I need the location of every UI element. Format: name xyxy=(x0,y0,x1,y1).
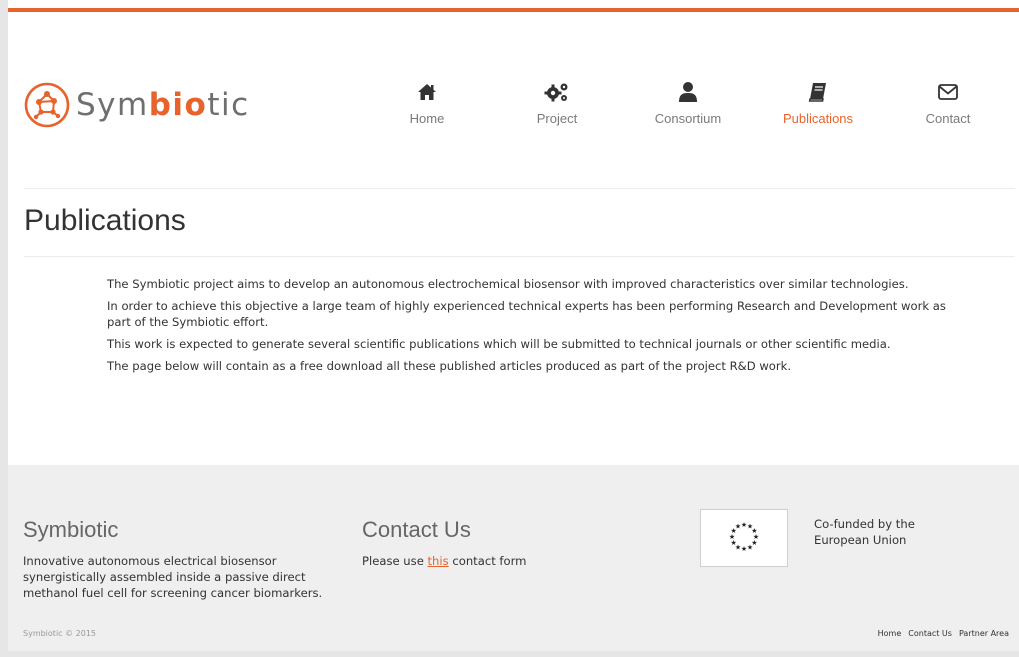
copyright-text: Symbiotic © 2015 xyxy=(23,629,97,638)
home-icon xyxy=(418,84,436,100)
logo-wordmark-prefix: Sym xyxy=(76,87,149,123)
site-logo[interactable]: Symbiotic xyxy=(24,82,250,128)
intro-text: The Symbiotic project aims to develop an… xyxy=(107,276,947,380)
footer-links: Home Contact Us Partner Area xyxy=(878,629,1009,638)
footer-link-contact-us[interactable]: Contact Us xyxy=(908,629,952,638)
nav-item-project[interactable]: Project xyxy=(502,80,612,127)
logo-wordmark: Symbiotic xyxy=(76,87,250,123)
eu-cofunded-text: Co-funded by the European Union xyxy=(814,517,915,547)
book-icon xyxy=(808,83,826,102)
footer-link-home[interactable]: Home xyxy=(878,629,902,638)
main-nav: Home Project Consortium Publications Con… xyxy=(380,80,1010,130)
nav-item-contact[interactable]: Contact xyxy=(893,80,1003,127)
footer-about-text: Innovative autonomous electrical biosens… xyxy=(23,554,323,600)
footer-contact-prefix: Please use xyxy=(362,554,428,568)
footer-contact-suffix: contact form xyxy=(448,554,527,568)
nav-label-publications: Publications xyxy=(782,111,854,126)
user-icon xyxy=(679,82,697,102)
nav-item-consortium[interactable]: Consortium xyxy=(633,80,743,127)
logo-wordmark-accent: bio xyxy=(148,87,208,123)
footer-about-title: Symbiotic xyxy=(23,517,119,542)
intro-paragraph: In order to achieve this objective a lar… xyxy=(107,299,946,329)
footer-contact-title: Contact Us xyxy=(362,517,471,542)
nav-label-consortium: Consortium xyxy=(654,111,722,126)
nav-label-project: Project xyxy=(536,111,578,126)
title-divider xyxy=(24,256,1015,257)
intro-paragraph: The Symbiotic project aims to develop an… xyxy=(107,277,909,291)
molecule-logo-icon xyxy=(24,82,70,128)
nav-label-home: Home xyxy=(409,111,445,126)
svg-text:★: ★ xyxy=(735,523,741,531)
envelope-icon xyxy=(938,84,958,100)
nav-item-home[interactable]: Home xyxy=(372,80,482,127)
intro-paragraph: The page below will contain as a free do… xyxy=(107,359,792,373)
nav-label-contact: Contact xyxy=(925,111,971,126)
logo-wordmark-suffix: tic xyxy=(207,87,250,123)
intro-paragraph: This work is expected to generate severa… xyxy=(107,337,891,351)
footer-link-partner-area[interactable]: Partner Area xyxy=(959,629,1009,638)
page-title: Publications xyxy=(24,204,186,237)
eu-stars-icon: ★ ★ ★ ★ ★ ★ ★ ★ ★ ★ ★ ★ xyxy=(729,521,759,553)
svg-text:★: ★ xyxy=(747,543,753,551)
window-frame-left xyxy=(0,0,8,657)
nav-item-publications[interactable]: Publications xyxy=(763,80,873,127)
contact-form-link[interactable]: this xyxy=(428,554,449,568)
eu-flag-icon: ★ ★ ★ ★ ★ ★ ★ ★ ★ ★ ★ ★ xyxy=(700,509,788,567)
top-accent-bar xyxy=(8,8,1019,12)
footer-contact-text: Please use this contact form xyxy=(362,553,526,569)
header-divider xyxy=(24,188,1015,189)
gears-icon xyxy=(544,83,568,102)
window-frame-bottom xyxy=(0,651,1019,657)
svg-text:★: ★ xyxy=(741,545,747,553)
site-footer: Symbiotic Innovative autonomous electric… xyxy=(8,465,1019,651)
